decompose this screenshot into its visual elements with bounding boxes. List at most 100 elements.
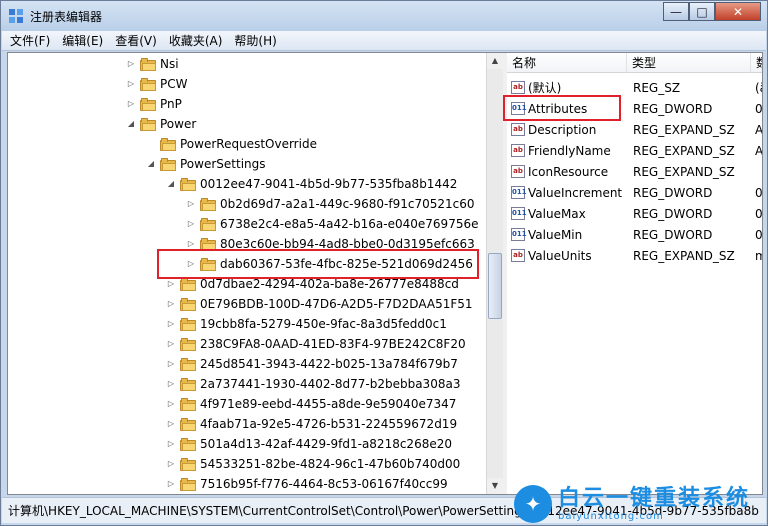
expand-arrow-icon[interactable]: ▷ xyxy=(126,99,136,109)
folder-icon xyxy=(180,397,196,411)
minimize-button[interactable]: — xyxy=(663,2,689,21)
expand-arrow-icon[interactable]: ▷ xyxy=(166,359,176,369)
folder-icon xyxy=(180,317,196,331)
tree-item[interactable]: ▷ 238C9FA8-0AAD-41ED-83F4-97BE242C8F20 xyxy=(166,334,466,354)
tree-item-label: PowerSettings xyxy=(180,157,266,171)
menu-help[interactable]: 帮助(H) xyxy=(234,32,276,49)
value-type: REG_DWORD xyxy=(633,206,713,221)
expand-arrow-icon[interactable]: ▷ xyxy=(166,479,176,489)
expand-arrow-icon[interactable]: ▷ xyxy=(166,299,176,309)
watermark-logo: ✦ 白云一键重装系统 baiyunxitong.com xyxy=(514,483,766,525)
tree-item[interactable]: ▷ 6738e2c4-e8a5-4a42-b16a-e040e769756e xyxy=(186,214,479,234)
tree-item[interactable]: ▷ PnP xyxy=(126,94,182,114)
binary-value-icon: 011 xyxy=(511,207,527,220)
tree-item[interactable]: ▷ 245d8541-3943-4422-b025-13a784f679b7 xyxy=(166,354,458,374)
menu-favorites[interactable]: 收藏夹(A) xyxy=(169,32,223,49)
tree-item[interactable]: ◢ 0012ee47-9041-4b5d-9b77-535fba8b1442 xyxy=(166,174,457,194)
tree-item-label: 7516b95f-f776-4464-8c53-06167f40cc99 xyxy=(200,477,448,491)
tree-item[interactable]: ▷ Nsi xyxy=(126,54,179,74)
maximize-button[interactable]: □ xyxy=(689,2,715,21)
menu-edit[interactable]: 编辑(E) xyxy=(62,32,103,49)
window-controls: — □ ✕ xyxy=(663,2,761,22)
value-row[interactable]: ab FriendlyName xyxy=(511,140,611,161)
string-value-icon: ab xyxy=(511,81,525,94)
tree-item[interactable]: ◢ PowerSettings xyxy=(146,154,266,174)
value-row[interactable]: 011 ValueIncrement xyxy=(511,182,622,203)
attributes-highlight xyxy=(503,95,621,121)
column-header-name[interactable]: 名称 xyxy=(507,53,627,73)
tree-item[interactable]: PowerRequestOverride xyxy=(146,134,317,154)
tree-item[interactable]: ▷ PCW xyxy=(126,74,188,94)
folder-icon xyxy=(180,457,196,471)
expand-arrow-icon[interactable]: ▷ xyxy=(166,399,176,409)
no-expander xyxy=(146,139,156,149)
scroll-thumb[interactable] xyxy=(488,253,502,319)
value-data: (ä xyxy=(755,80,762,95)
title-bar[interactable]: 注册表编辑器 — □ ✕ xyxy=(1,1,767,31)
tree-scrollbar[interactable]: ▲ ▼ xyxy=(486,53,503,494)
expand-arrow-icon[interactable]: ▷ xyxy=(166,279,176,289)
value-row[interactable]: ab IconResource xyxy=(511,161,608,182)
tree-item[interactable]: ▷ 4f971e89-eebd-4455-a8de-9e59040e7347 xyxy=(166,394,456,414)
column-header-data[interactable]: 数 xyxy=(751,53,762,73)
folder-icon xyxy=(140,97,156,111)
scroll-up-arrow-icon[interactable]: ▲ xyxy=(487,53,503,69)
scroll-down-arrow-icon[interactable]: ▼ xyxy=(487,478,503,494)
value-name: ValueMin xyxy=(528,227,583,242)
expand-arrow-icon[interactable]: ▷ xyxy=(166,379,176,389)
value-name: ValueIncrement xyxy=(528,185,623,200)
value-data: 0 xyxy=(755,185,762,200)
expand-arrow-icon[interactable]: ▷ xyxy=(126,79,136,89)
value-row[interactable]: ab ValueUnits xyxy=(511,245,592,266)
tree-item-label: 501a4d13-42af-4429-9fd1-a8218c268e20 xyxy=(200,437,452,451)
value-data: 0 xyxy=(755,206,762,221)
collapse-arrow-icon[interactable]: ◢ xyxy=(126,119,136,129)
value-row[interactable]: 011 ValueMax xyxy=(511,203,586,224)
tree-item[interactable]: ▷ 7516b95f-f776-4464-8c53-06167f40cc99 xyxy=(166,474,448,494)
value-type: REG_SZ xyxy=(633,80,681,95)
regedit-app-icon xyxy=(9,9,23,23)
expand-arrow-icon[interactable]: ▷ xyxy=(126,59,136,69)
tree-item-label: 245d8541-3943-4422-b025-13a784f679b7 xyxy=(200,357,458,371)
collapse-arrow-icon[interactable]: ◢ xyxy=(166,179,176,189)
tree-item[interactable]: ◢ Power xyxy=(126,114,196,134)
tree-item[interactable]: ▷ 0E796BDB-100D-47D6-A2D5-F7D2DAA51F51 xyxy=(166,294,473,314)
value-name: ValueMax xyxy=(528,206,586,221)
tree-item-label: 6738e2c4-e8a5-4a42-b16a-e040e769756e xyxy=(220,217,479,231)
expand-arrow-icon[interactable]: ▷ xyxy=(186,199,196,209)
collapse-arrow-icon[interactable]: ◢ xyxy=(146,159,156,169)
folder-icon xyxy=(180,477,196,491)
close-button[interactable]: ✕ xyxy=(715,2,761,21)
tree-item[interactable]: ▷ 501a4d13-42af-4429-9fd1-a8218c268e20 xyxy=(166,434,452,454)
expand-arrow-icon[interactable]: ▷ xyxy=(166,419,176,429)
value-name: FriendlyName xyxy=(528,143,611,158)
expand-arrow-icon[interactable]: ▷ xyxy=(186,219,196,229)
string-value-icon: ab xyxy=(511,249,525,262)
value-type: REG_EXPAND_SZ xyxy=(633,164,735,179)
expand-arrow-icon[interactable]: ▷ xyxy=(166,439,176,449)
expand-arrow-icon[interactable]: ▷ xyxy=(166,339,176,349)
expand-arrow-icon[interactable]: ▷ xyxy=(166,459,176,469)
value-type: REG_EXPAND_SZ xyxy=(633,122,735,137)
expand-arrow-icon[interactable]: ▷ xyxy=(186,239,196,249)
value-data: 0 xyxy=(755,227,762,242)
tree-item[interactable]: ▷ 19cbb8fa-5279-450e-9fac-8a3d5fedd0c1 xyxy=(166,314,447,334)
tree-item[interactable]: ▷ 0b2d69d7-a2a1-449c-9680-f91c70521c60 xyxy=(186,194,475,214)
menu-view[interactable]: 查看(V) xyxy=(115,32,157,49)
value-type: REG_DWORD xyxy=(633,185,713,200)
value-name: (默认) xyxy=(528,81,562,95)
tree-item-label: PCW xyxy=(160,77,188,91)
value-name: IconResource xyxy=(528,164,609,179)
tree-item[interactable]: ▷ 2a737441-1930-4402-8d77-b2bebba308a3 xyxy=(166,374,461,394)
value-row[interactable]: 011 ValueMin xyxy=(511,224,582,245)
value-name: Description xyxy=(528,122,597,137)
string-value-icon: ab xyxy=(511,165,525,178)
folder-icon xyxy=(180,277,196,291)
tree-item[interactable]: ▷ 4faab71a-92e5-4726-b531-224559672d19 xyxy=(166,414,457,434)
column-header-type[interactable]: 类型 xyxy=(627,53,751,73)
tree-item[interactable]: ▷ 54533251-82be-4824-96c1-47b60b740d00 xyxy=(166,454,460,474)
value-row[interactable]: ab Description xyxy=(511,119,596,140)
value-type: REG_EXPAND_SZ xyxy=(633,248,735,263)
menu-file[interactable]: 文件(F) xyxy=(10,32,50,49)
expand-arrow-icon[interactable]: ▷ xyxy=(166,319,176,329)
